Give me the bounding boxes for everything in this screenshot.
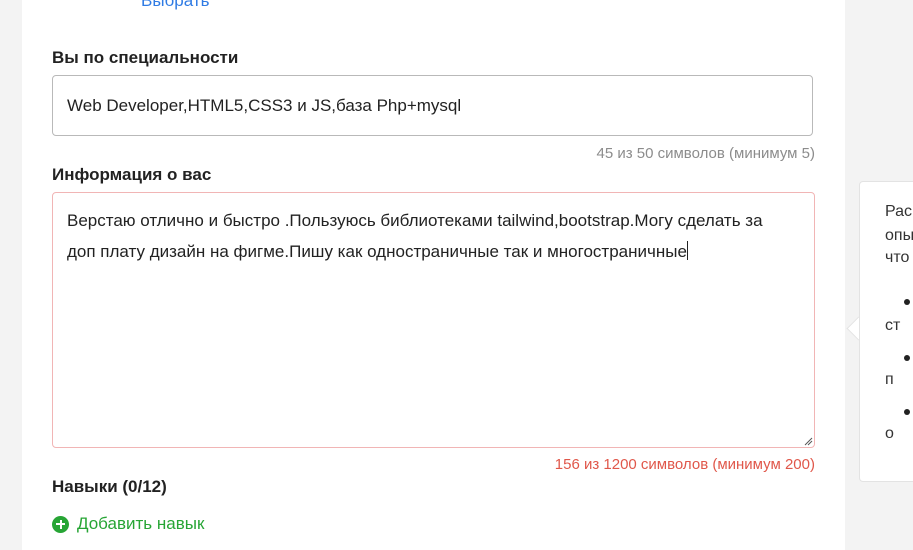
hint-bullet: о xyxy=(885,425,894,442)
about-label: Информация о вас xyxy=(52,165,212,184)
bullet-dot xyxy=(904,355,910,361)
specialty-input-value: Web Developer,HTML5,CSS3 и JS,база Php+m… xyxy=(67,96,462,115)
specialty-label: Вы по специальности xyxy=(52,48,239,67)
hint-bullet: п xyxy=(885,371,894,388)
about-char-counter: 156 из 1200 символов (минимум 200) xyxy=(554,456,815,473)
about-textarea[interactable]: Верстаю отлично и быстро .Пользуюсь библ… xyxy=(52,192,815,448)
hint-side-panel: Рас опы что ст п о xyxy=(859,181,913,482)
choose-link[interactable]: Выбрать xyxy=(141,0,209,11)
text-caret xyxy=(686,241,688,260)
specialty-input[interactable]: Web Developer,HTML5,CSS3 и JS,база Php+m… xyxy=(52,75,813,136)
add-skill-label: Добавить навык xyxy=(77,514,205,533)
bullet-dot xyxy=(904,299,910,305)
about-textarea-value: Верстаю отлично и быстро .Пользуюсь библ… xyxy=(67,211,763,261)
skills-label: Навыки (0/12) xyxy=(52,477,167,496)
hint-bullet: ст xyxy=(885,317,901,334)
bullet-dot xyxy=(904,409,910,415)
specialty-char-counter: 45 из 50 символов (минимум 5) xyxy=(596,145,815,162)
resize-handle-icon[interactable] xyxy=(803,436,813,446)
hint-line: Рас xyxy=(885,203,913,220)
add-skill-button[interactable]: Добавить навык xyxy=(52,514,204,534)
hint-line: опы xyxy=(885,227,913,244)
hint-line: что xyxy=(885,249,910,266)
